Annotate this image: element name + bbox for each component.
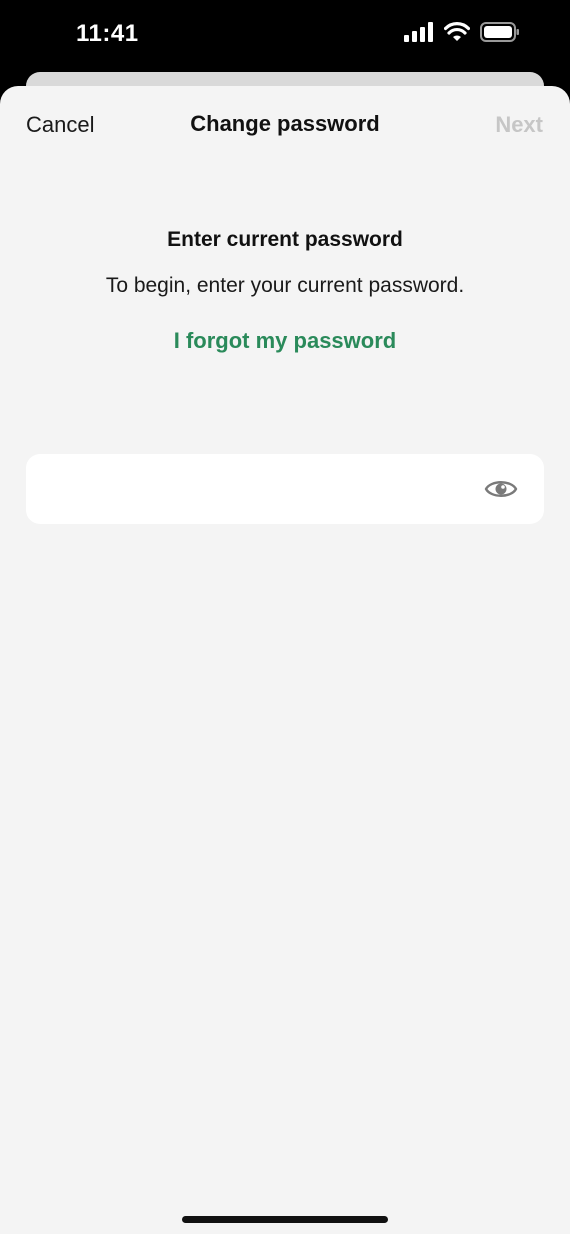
next-button[interactable]: Next [495, 112, 543, 138]
cellular-signal-icon [404, 22, 434, 42]
wifi-icon [444, 22, 470, 42]
show-password-eye-icon[interactable] [484, 474, 518, 504]
status-time: 11:41 [76, 20, 139, 47]
password-field-container [26, 454, 544, 526]
section-heading: Enter current password [167, 228, 403, 251]
home-indicator [182, 1216, 388, 1223]
change-password-sheet: Cancel Change password Next Enter curren… [0, 86, 570, 1234]
screen: 11:41 Cancel Change password Next Enter … [0, 0, 570, 1234]
status-bar: 11:41 [0, 0, 570, 70]
instruction-text: To begin, enter your current password. [105, 274, 465, 297]
password-input[interactable] [44, 454, 478, 526]
nav-bar: Cancel Change password Next [0, 86, 570, 162]
status-icons [404, 22, 520, 42]
content-section: Enter current password To begin, enter y… [0, 228, 570, 354]
battery-icon [480, 22, 520, 42]
page-title: Change password [190, 111, 380, 136]
forgot-password-link[interactable]: I forgot my password [174, 328, 396, 354]
